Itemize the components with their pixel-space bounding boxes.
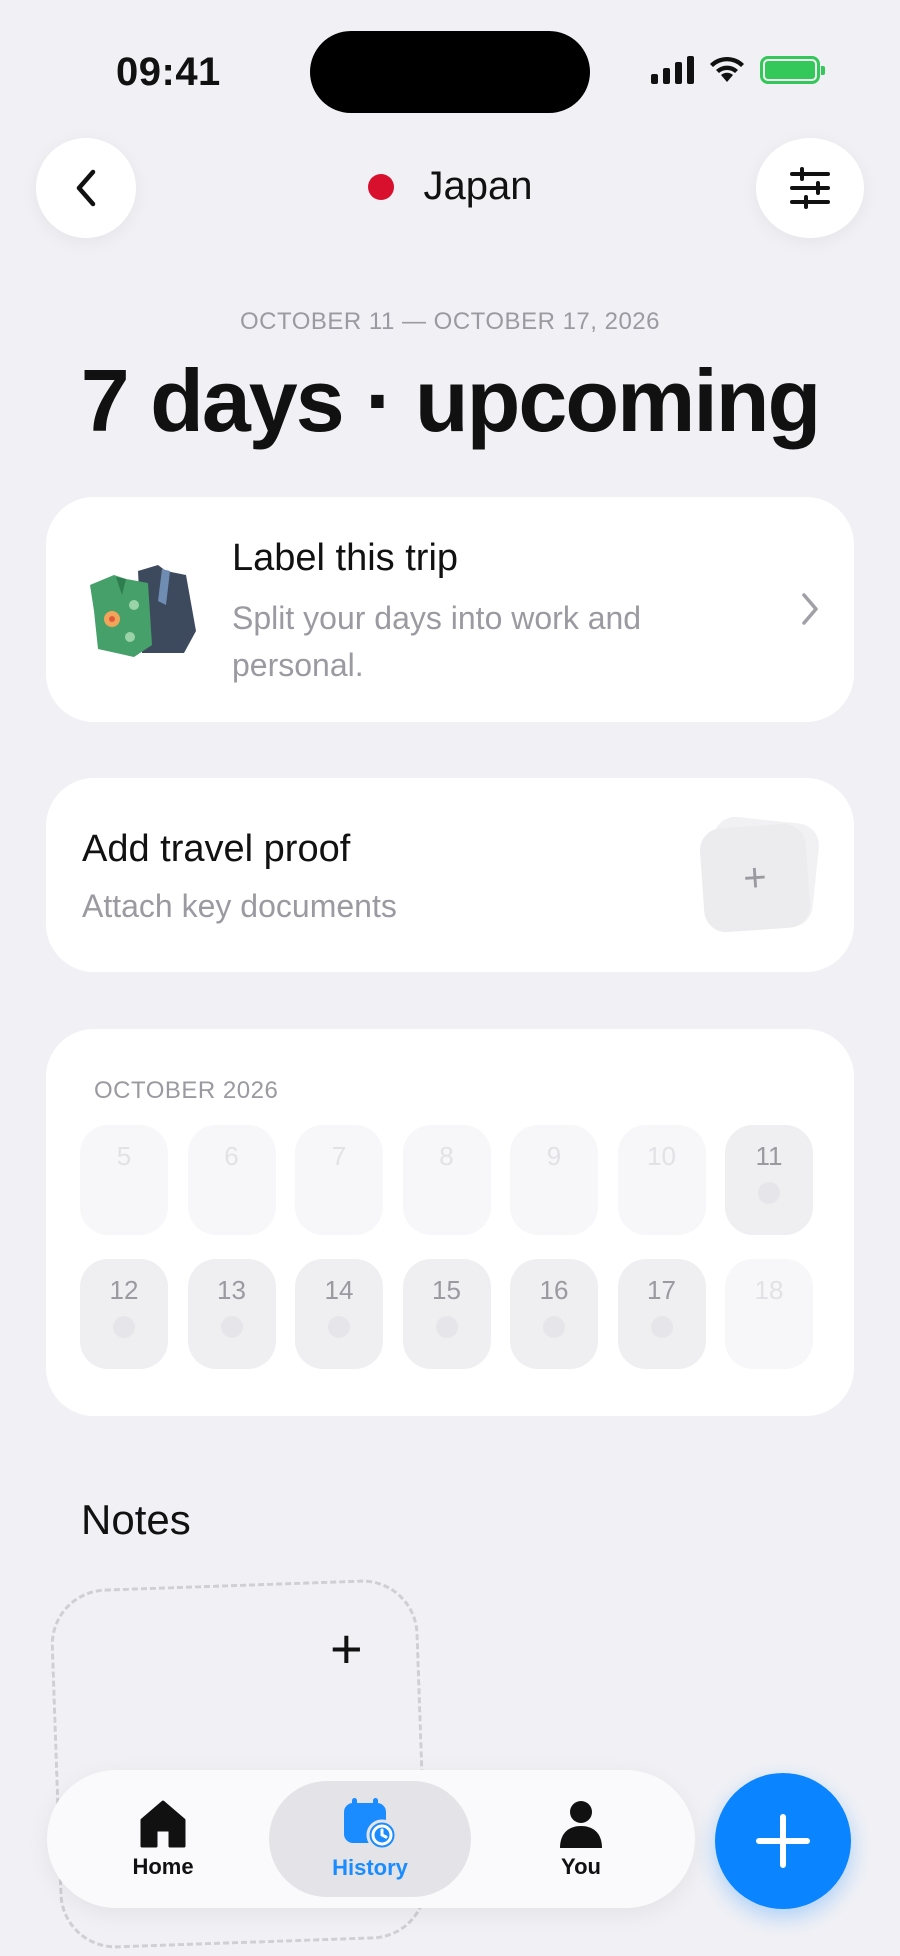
calendar-day-trip[interactable]: 16 bbox=[510, 1259, 598, 1369]
calendar-day[interactable]: 10 bbox=[617, 1125, 706, 1235]
day-dot bbox=[220, 1316, 243, 1338]
calendar-day[interactable]: 18 bbox=[725, 1259, 813, 1369]
calendar-day[interactable]: 8 bbox=[402, 1125, 491, 1235]
day-number: 9 bbox=[546, 1141, 562, 1171]
day-dot bbox=[650, 1316, 673, 1338]
label-trip-subtitle: Split your days into work and personal. bbox=[232, 600, 642, 683]
status-time: 09:41 bbox=[116, 50, 221, 94]
calendar-day[interactable]: 7 bbox=[295, 1125, 383, 1235]
calendar-day[interactable]: 9 bbox=[510, 1125, 598, 1235]
home-icon bbox=[140, 1800, 186, 1848]
day-dot bbox=[113, 1316, 135, 1338]
status-icons bbox=[651, 56, 825, 84]
travel-proof-title: Add travel proof bbox=[82, 828, 351, 870]
plus-icon: + bbox=[741, 854, 769, 901]
trip-headline: 7 days · upcoming bbox=[80, 351, 822, 450]
day-dot bbox=[758, 1182, 780, 1204]
plus-icon bbox=[756, 1814, 810, 1868]
calendar-clock-icon bbox=[344, 1798, 398, 1851]
calendar-month: OCTOBER 2026 bbox=[94, 1077, 279, 1104]
day-dot bbox=[543, 1316, 565, 1338]
label-trip-card[interactable]: Label this trip Split your days into wor… bbox=[46, 497, 854, 722]
calendar-day[interactable]: 6 bbox=[187, 1125, 276, 1235]
clothes-icon bbox=[90, 565, 196, 657]
tab-you[interactable]: You bbox=[507, 1781, 655, 1897]
label-trip-title: Label this trip bbox=[232, 537, 459, 579]
day-dot bbox=[328, 1316, 350, 1338]
add-document-button[interactable]: + bbox=[698, 814, 822, 934]
calendar-day-trip[interactable]: 14 bbox=[295, 1259, 383, 1369]
tab-home[interactable]: Home bbox=[89, 1781, 237, 1897]
cellular-signal-icon bbox=[651, 56, 694, 84]
person-icon bbox=[560, 1801, 602, 1848]
notes-title: Notes bbox=[81, 1496, 191, 1543]
tab-bar: Home History You bbox=[47, 1770, 695, 1908]
tab-home-label: Home bbox=[132, 1854, 194, 1879]
day-number: 15 bbox=[432, 1275, 461, 1305]
day-number: 7 bbox=[331, 1141, 347, 1171]
filter-button[interactable] bbox=[756, 138, 864, 238]
calendar-day-trip[interactable]: 15 bbox=[402, 1259, 491, 1369]
country-name: Japan bbox=[423, 164, 533, 208]
calendar-day-trip[interactable]: 17 bbox=[617, 1259, 706, 1369]
day-number: 5 bbox=[116, 1141, 132, 1171]
travel-proof-subtitle: Attach key documents bbox=[82, 888, 397, 924]
plus-icon[interactable]: + bbox=[330, 1616, 363, 1681]
day-number: 16 bbox=[539, 1275, 569, 1305]
day-number: 11 bbox=[755, 1141, 783, 1171]
day-number: 12 bbox=[109, 1275, 139, 1305]
trip-date-range: OCTOBER 11 — OCTOBER 17, 2026 bbox=[240, 308, 660, 335]
day-dot bbox=[435, 1316, 458, 1338]
day-number: 13 bbox=[217, 1275, 246, 1305]
day-number: 14 bbox=[324, 1275, 354, 1305]
tab-history-label: History bbox=[332, 1855, 408, 1880]
calendar-day[interactable]: 5 bbox=[80, 1125, 168, 1235]
calendar-day-trip[interactable]: 12 bbox=[80, 1259, 168, 1369]
day-number: 18 bbox=[754, 1275, 784, 1305]
calendar-grid: 5 6 7 8 9 10 11 12 13 14 15 16 17 18 bbox=[80, 1125, 813, 1369]
dynamic-island bbox=[310, 31, 590, 113]
wifi-icon bbox=[710, 56, 744, 82]
calendar-card: OCTOBER 2026 5 6 7 8 9 10 11 12 13 14 15… bbox=[46, 1029, 854, 1416]
sliders-icon bbox=[790, 167, 830, 209]
document-stack-front: + bbox=[698, 822, 812, 934]
calendar-day-trip[interactable]: 13 bbox=[187, 1259, 276, 1369]
travel-proof-card[interactable]: Add travel proof Attach key documents + bbox=[46, 778, 854, 972]
calendar-day-trip[interactable]: 11 bbox=[725, 1125, 813, 1235]
battery-icon bbox=[760, 56, 825, 84]
day-number: 8 bbox=[439, 1141, 454, 1171]
tab-you-label: You bbox=[561, 1854, 601, 1879]
tab-history[interactable]: History bbox=[269, 1781, 471, 1897]
day-number: 10 bbox=[647, 1141, 676, 1171]
add-button[interactable] bbox=[715, 1773, 851, 1909]
day-number: 6 bbox=[224, 1141, 239, 1171]
chevron-right-icon bbox=[802, 593, 818, 625]
japan-flag-icon bbox=[367, 173, 394, 200]
day-number: 17 bbox=[647, 1275, 676, 1305]
